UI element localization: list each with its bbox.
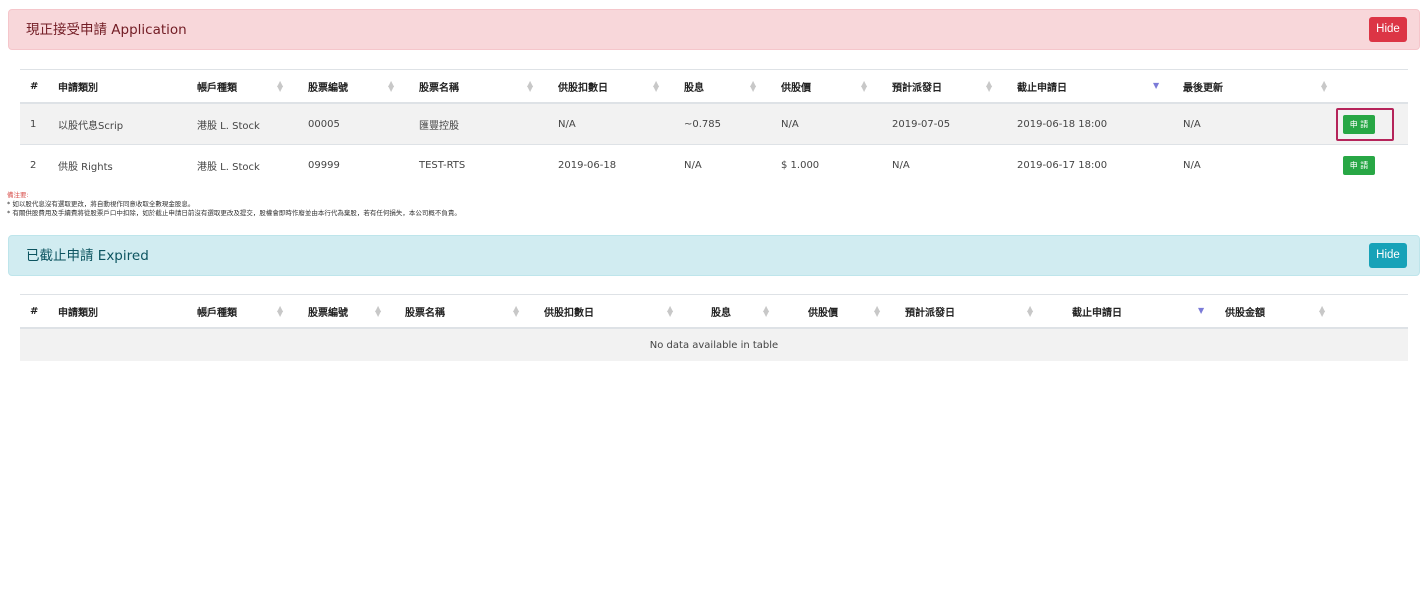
cell-deduction-date: N/A	[548, 102, 674, 145]
cell-deadline: 2019-06-17 18:00	[1007, 144, 1173, 185]
column-header-stock-code[interactable]: 股票編號 ▲ ▼	[298, 69, 409, 104]
column-header-rights-amount[interactable]: 供股金額 ▲ ▼	[1201, 294, 1339, 329]
cell-last-update: N/A	[1173, 102, 1325, 145]
table-header-row: # 申請類別 ▲ ▼ 帳戶種類 ▲ ▼ 股票編號 ▲ ▼ 股票名稱 ▲ ▼ 供股扣數日 ▲ ▼ 股息…	[20, 294, 1408, 329]
cell-account: 港股 L. Stock	[187, 144, 298, 185]
column-header-payment-date[interactable]: 預計派發日 ▲ ▼	[881, 294, 1048, 329]
column-header-action	[1325, 69, 1408, 104]
sort-icon: ▲ ▼	[375, 304, 382, 318]
sort-icon: ▲ ▼	[986, 79, 993, 93]
sort-icon: ▲ ▼	[653, 79, 660, 93]
sort-icon: ▲ ▼	[750, 79, 757, 93]
table-row: 1 以股代息Scrip 港股 L. Stock 00005 匯豐控股 N/A ~…	[20, 102, 1408, 145]
sort-icon: ▲ ▼	[1027, 304, 1034, 318]
application-panel-header: 現正接受申請 Application Hide	[8, 9, 1420, 50]
application-panel-title: 現正接受申請 Application	[26, 22, 187, 38]
sort-icon: ▲ ▼	[388, 79, 395, 93]
hide-application-button[interactable]: Hide	[1369, 17, 1407, 42]
cell-deduction-date: 2019-06-18	[548, 144, 674, 185]
cell-type: 以股代息Scrip	[48, 102, 187, 145]
highlight-annotation-box	[1336, 108, 1394, 141]
column-header-rights-price[interactable]: 供股價 ▲ ▼	[771, 69, 882, 104]
cell-dividend: ~0.785	[674, 102, 771, 145]
table-row: 2 供股 Rights 港股 L. Stock 09999 TEST-RTS 2…	[20, 144, 1408, 185]
note-line: * 如以股代息沒有選取更改，將自動視作同意收取全數現金股息。	[7, 200, 195, 208]
cell-payment-date: 2019-07-05	[882, 102, 1007, 145]
column-header-action	[1339, 294, 1408, 329]
column-header-index[interactable]: #	[20, 294, 48, 329]
column-header-deadline[interactable]: 截止申請日 ▼	[1048, 294, 1204, 329]
note-line: * 有關供股費用及手續費將從股票戶口中扣除，如於截止申請日前沒有選取更改及提交，…	[7, 209, 461, 217]
column-header-payment-date[interactable]: 預計派發日 ▲ ▼	[882, 69, 1007, 104]
sort-icon: ▲ ▼	[1319, 304, 1326, 318]
sort-icon: ▲ ▼	[277, 304, 284, 318]
column-header-type[interactable]: 申請類別 ▲ ▼	[48, 69, 209, 104]
cell-action: 申 請	[1325, 144, 1408, 185]
sort-icon: ▲ ▼	[861, 79, 868, 93]
cell-stock-code: 00005	[298, 102, 409, 145]
expired-panel-header: 已截止申請 Expired Hide	[8, 235, 1420, 276]
sort-icon: ▲ ▼	[763, 304, 770, 318]
hide-expired-button[interactable]: Hide	[1369, 243, 1407, 268]
column-header-account[interactable]: 帳戶種類 ▲ ▼	[187, 69, 298, 104]
sort-icon: ▲ ▼	[513, 304, 520, 318]
expired-panel-title: 已截止申請 Expired	[26, 248, 149, 264]
empty-row: No data available in table	[20, 327, 1408, 361]
apply-button[interactable]: 申 請	[1343, 155, 1375, 175]
column-header-dividend[interactable]: 股息 ▲ ▼	[687, 294, 784, 329]
empty-table-message: No data available in table	[20, 327, 1408, 361]
expired-table: # 申請類別 ▲ ▼ 帳戶種類 ▲ ▼ 股票編號 ▲ ▼ 股票名稱 ▲ ▼ 供股扣數日 ▲ ▼ 股息…	[20, 294, 1408, 361]
cell-payment-date: N/A	[882, 144, 1007, 185]
cell-rights-price: N/A	[771, 102, 882, 145]
cell-account: 港股 L. Stock	[187, 102, 298, 145]
column-header-stock-name[interactable]: 股票名稱 ▲ ▼	[395, 294, 534, 329]
cell-deadline: 2019-06-18 18:00	[1007, 102, 1173, 145]
application-table: # 申請類別 ▲ ▼ 帳戶種類 ▲ ▼ 股票編號 ▲ ▼ 股票名稱 ▲ ▼ 供股扣數日 ▲ ▼ 股息…	[20, 69, 1408, 185]
column-header-type[interactable]: 申請類別 ▲ ▼	[48, 294, 209, 329]
table-header-row: # 申請類別 ▲ ▼ 帳戶種類 ▲ ▼ 股票編號 ▲ ▼ 股票名稱 ▲ ▼ 供股扣數日 ▲ ▼ 股息…	[20, 69, 1408, 104]
sort-icon: ▲ ▼	[527, 79, 534, 93]
column-header-account[interactable]: 帳戶種類 ▲ ▼	[187, 294, 298, 329]
column-header-dividend[interactable]: 股息 ▲ ▼	[674, 69, 771, 104]
column-header-stock-name[interactable]: 股票名稱 ▲ ▼	[409, 69, 548, 104]
cell-type: 供股 Rights	[48, 144, 187, 185]
cell-last-update: N/A	[1173, 144, 1325, 185]
column-header-rights-price[interactable]: 供股價 ▲ ▼	[784, 294, 881, 329]
sort-icon: ▲ ▼	[277, 79, 284, 93]
sort-icon: ▲ ▼	[874, 304, 881, 318]
column-header-last-update[interactable]: 最後更新 ▲ ▼	[1173, 69, 1327, 104]
cell-index: 1	[20, 102, 48, 145]
sort-desc-icon: ▼	[1153, 81, 1160, 90]
cell-stock-name: 匯豐控股	[409, 102, 548, 145]
sort-icon: ▲ ▼	[667, 304, 674, 318]
cell-dividend: N/A	[674, 144, 771, 185]
cell-index: 2	[20, 144, 48, 185]
cell-stock-name: TEST-RTS	[409, 144, 548, 185]
cell-rights-price: $ 1.000	[771, 144, 882, 185]
column-header-deadline[interactable]: 截止申請日 ▼	[1007, 69, 1173, 104]
cell-stock-code: 09999	[298, 144, 409, 185]
notes-title: 備注要:	[7, 191, 29, 199]
notes-section: 備注要: * 如以股代息沒有選取更改，將自動視作同意收取全數現金股息。 * 有關…	[7, 191, 461, 218]
column-header-deduction-date[interactable]: 供股扣數日 ▲ ▼	[534, 294, 687, 329]
column-header-deduction-date[interactable]: 供股扣數日 ▲ ▼	[548, 69, 674, 104]
column-header-index[interactable]: #	[20, 69, 48, 104]
column-header-stock-code[interactable]: 股票編號 ▲ ▼	[298, 294, 395, 329]
